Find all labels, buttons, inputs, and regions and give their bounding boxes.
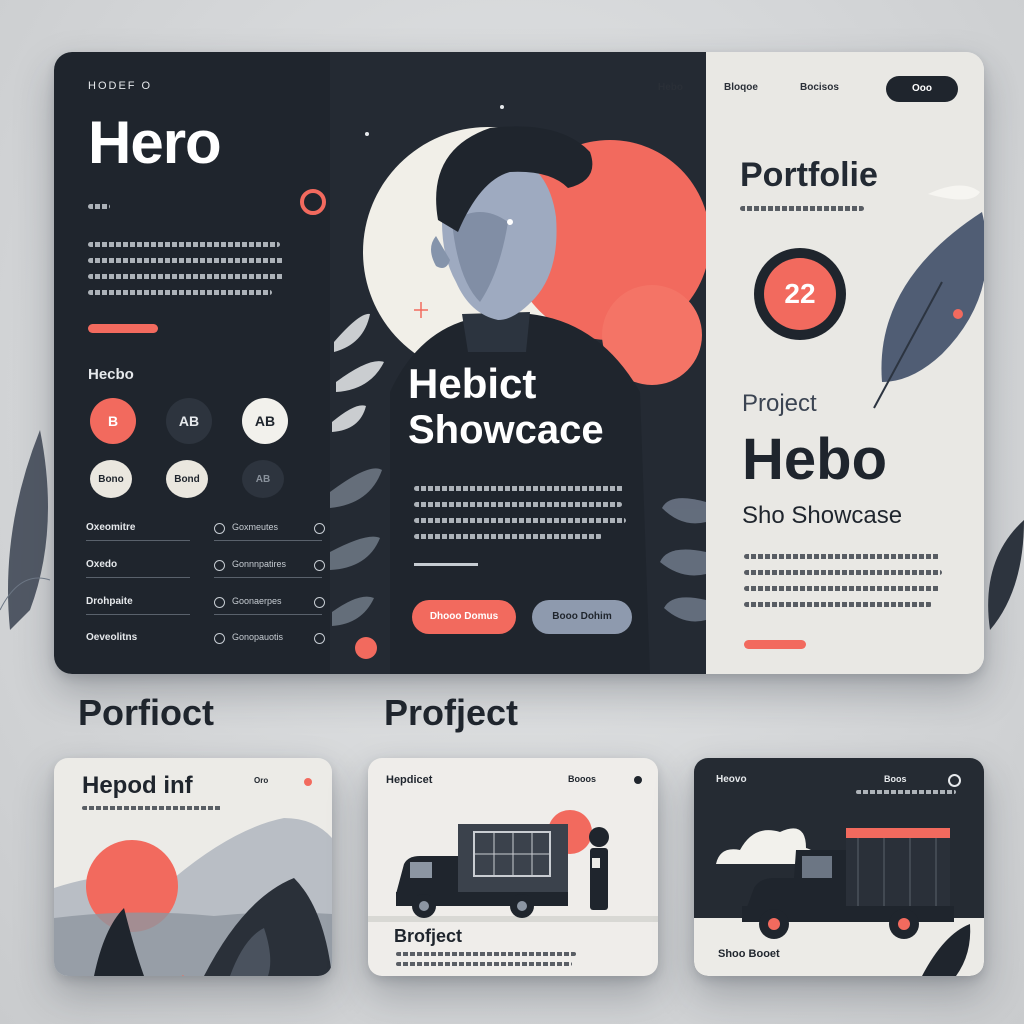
divider (414, 563, 478, 566)
section-heading-center: Profject (384, 692, 519, 733)
radio-icon[interactable] (214, 597, 225, 608)
card-title: Heovo (716, 774, 747, 785)
card-title: Hepod inf (82, 772, 193, 799)
paragraph-line (88, 258, 284, 263)
leaf-icon (660, 498, 706, 622)
section-label: Hecbo (88, 366, 134, 383)
menu-row[interactable]: Oxeomitre Goxmeutes (86, 518, 326, 544)
hero-headline-line2: Showcace (408, 408, 604, 452)
project-subtitle: Sho Showcase (742, 502, 903, 529)
radio-icon[interactable] (214, 633, 225, 644)
card-nav[interactable]: Booos (568, 774, 596, 784)
paragraph-line (744, 602, 932, 607)
menu-row-label: Oxeomitre (86, 522, 136, 533)
ring-icon (300, 189, 326, 215)
radio-icon[interactable] (314, 560, 325, 571)
chip-button[interactable]: AB (242, 460, 284, 498)
menu-row-option: Goonaerpes (232, 596, 282, 606)
nav-link-bloqoe[interactable]: Bloqoe (724, 82, 758, 93)
chip-button[interactable]: Bono (90, 460, 132, 498)
project-card[interactable]: Hepod inf Oro (54, 758, 332, 976)
paragraph-line (414, 486, 624, 491)
paragraph-line (88, 274, 284, 279)
menu-row[interactable]: Drohpaite Goonaerpes (86, 592, 326, 618)
project-card[interactable]: Hepdicet Booos Brofject (368, 758, 658, 976)
accent-dot (355, 637, 377, 659)
menu-row-label: Drohpaite (86, 596, 133, 607)
badge-count: 22 (764, 258, 836, 330)
portfolio-title: Portfolie (740, 156, 878, 194)
paragraph-line (744, 586, 940, 591)
nav-link-hebo[interactable]: Hebo (658, 82, 683, 93)
card-nav[interactable]: Boos (884, 774, 907, 784)
icon-button-light[interactable]: AB (242, 398, 288, 444)
paragraph-line (88, 290, 272, 295)
menu-row-option: Gonopauotis (232, 632, 284, 642)
status-ring-icon (948, 774, 961, 787)
card-title: Hepdicet (386, 774, 433, 786)
card-nav[interactable]: Oro (254, 776, 268, 785)
radio-icon[interactable] (214, 523, 225, 534)
main-mockup: HODEF O Hero Hecbo B AB AB Bono Bond AB … (54, 52, 984, 674)
leaf-icon (332, 313, 384, 432)
menu-row-option: Gonnnpatires (232, 559, 287, 569)
brand-logo[interactable]: HODEF O (88, 80, 152, 92)
radio-icon[interactable] (214, 560, 225, 571)
project-label: Project (742, 390, 817, 417)
project-card[interactable]: Heovo Boos Shoo Booet (694, 758, 984, 976)
truck-illustration (368, 810, 658, 922)
card-caption: Brofject (394, 926, 463, 946)
leaf-icon (881, 212, 984, 382)
radio-icon[interactable] (314, 597, 325, 608)
menu-row-label: Oeveolitns (86, 632, 138, 643)
status-dot (634, 776, 642, 784)
primary-button[interactable]: Dhooo Domus (412, 600, 516, 634)
tagline (88, 204, 110, 209)
card-caption: Shoo Booet (718, 948, 780, 960)
icon-button-primary[interactable]: B (90, 398, 136, 444)
project-title: Hebo (742, 427, 887, 492)
read-more-bar[interactable] (744, 640, 806, 649)
paragraph-line (414, 534, 602, 539)
hero-panel: Hebict Showcace Dhooo Domus Booo Dohim (330, 52, 706, 674)
paragraph-line (414, 502, 622, 507)
portfolio-subtitle (740, 206, 864, 211)
sidebar: HODEF O Hero Hecbo B AB AB Bono Bond AB … (54, 52, 330, 674)
card-illustration (54, 818, 332, 976)
accent-bar[interactable] (88, 324, 158, 333)
card-text-line (396, 952, 576, 956)
menu-row[interactable]: Oeveolitns Gonopauotis (86, 628, 326, 654)
secondary-button[interactable]: Booo Dohim (532, 600, 632, 634)
radio-icon[interactable] (314, 633, 325, 644)
toggle-button[interactable]: Ooo (886, 76, 958, 102)
right-panel (706, 52, 984, 674)
radio-icon[interactable] (314, 523, 325, 534)
status-dot (304, 778, 312, 786)
section-heading-left: Porfioct (78, 692, 215, 733)
leaf-icon (988, 520, 1024, 630)
hero-headline-line1: Hebict (408, 360, 537, 407)
paragraph-line (744, 570, 942, 575)
nav-link-bocisos[interactable]: Bocisos (800, 82, 839, 93)
menu-row[interactable]: Oxedo Gonnnpatires (86, 555, 326, 581)
paragraph-line (414, 518, 626, 523)
paragraph-line (744, 554, 940, 559)
leaf-icon (0, 430, 51, 630)
card-text-line (396, 962, 572, 966)
chip-button[interactable]: Bond (166, 460, 208, 498)
icon-button-dark[interactable]: AB (166, 398, 212, 444)
hero-title: Hero (88, 109, 222, 176)
paragraph-line (88, 242, 280, 247)
menu-row-label: Oxedo (86, 559, 118, 570)
menu-row-option: Goxmeutes (232, 522, 279, 532)
